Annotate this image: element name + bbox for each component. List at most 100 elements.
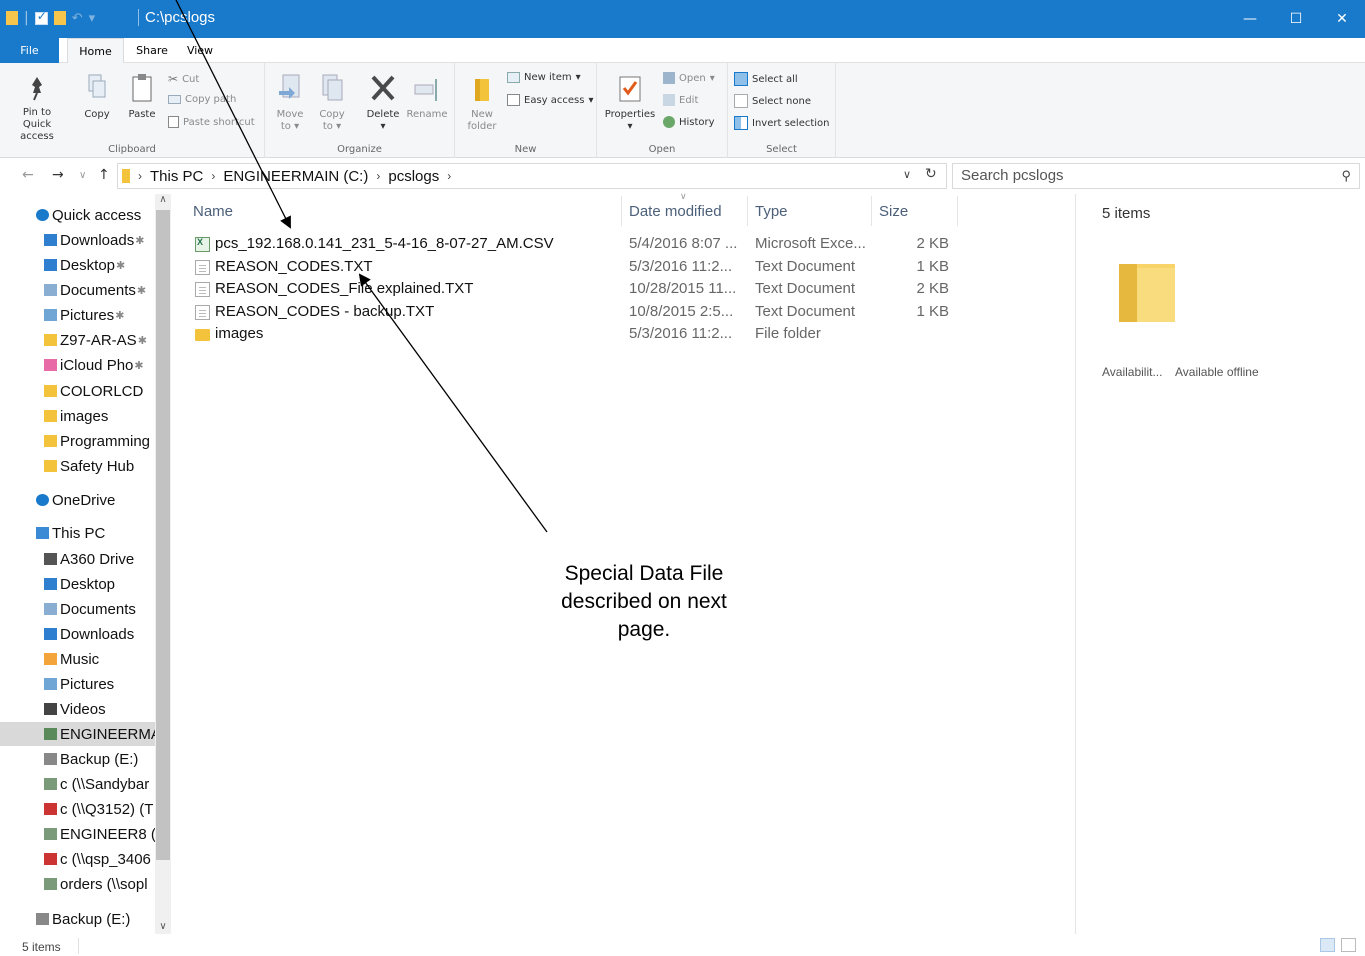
select-none-button[interactable]: Select none — [734, 94, 811, 108]
file-row[interactable]: REASON_CODES - backup.TXT 10/8/2015 2:5..… — [171, 301, 1075, 323]
copy-path-button[interactable]: Copy path — [168, 94, 236, 105]
select-all-button[interactable]: Select all — [734, 72, 798, 86]
star-icon — [36, 209, 49, 221]
nav-item[interactable]: Downloads ✱ — [0, 228, 155, 252]
breadcrumb-engineermain[interactable]: ENGINEERMAIN (C:) — [223, 168, 368, 185]
column-header-size[interactable]: Size — [879, 203, 908, 220]
pin-to-quick-access-button[interactable]: Pin to Quick access — [8, 73, 66, 143]
nav-item[interactable]: ENGINEER8 (\ — [0, 822, 155, 846]
scroll-down-icon[interactable]: ∨ — [155, 921, 171, 932]
scroll-up-icon[interactable]: ∧ — [155, 194, 171, 205]
delete-button[interactable]: Delete ▾ — [365, 73, 401, 133]
nav-item[interactable]: A360 Drive — [0, 547, 155, 571]
nav-item[interactable]: c (\\Sandybar — [0, 772, 155, 796]
column-header-date[interactable]: Date modified — [629, 203, 722, 220]
file-row[interactable]: images 5/3/2016 11:2... File folder — [171, 323, 1075, 345]
nav-item[interactable]: Backup (E:) — [0, 907, 155, 931]
new-folder-quick-icon[interactable] — [53, 11, 66, 25]
breadcrumb-pcslogs[interactable]: pcslogs — [388, 168, 439, 185]
undo-icon[interactable]: ↶ — [72, 11, 83, 26]
new-folder-button[interactable]: New folder — [463, 73, 501, 133]
nav-item[interactable]: Pictures — [0, 672, 155, 696]
nav-item[interactable]: ENGINEERMA — [0, 722, 155, 746]
file-date: 10/28/2015 11... — [629, 280, 737, 297]
nav-item[interactable]: Videos — [0, 697, 155, 721]
customize-toolbar-icon[interactable]: ▾ — [89, 11, 96, 26]
copy-button[interactable]: Copy — [82, 73, 112, 121]
paste-button[interactable]: Paste — [126, 73, 158, 121]
details-view-icon[interactable] — [1320, 938, 1335, 952]
easy-access-button[interactable]: Easy access ▾ — [507, 94, 593, 106]
nav-item[interactable]: Music — [0, 647, 155, 671]
refresh-icon[interactable]: ↻ — [925, 166, 937, 182]
address-dropdown-icon[interactable]: ∨ — [903, 168, 911, 181]
edit-button[interactable]: Edit — [663, 94, 698, 106]
breadcrumb-separator-icon[interactable]: › — [138, 169, 142, 183]
new-item-button[interactable]: New item ▾ — [507, 72, 581, 83]
recent-locations-button[interactable]: ∨ — [79, 170, 86, 181]
breadcrumb-separator-icon[interactable]: › — [447, 169, 451, 183]
large-icons-view-icon[interactable] — [1341, 938, 1356, 952]
breadcrumb-separator-icon[interactable]: › — [376, 169, 380, 183]
column-header-name[interactable]: Name — [193, 203, 233, 220]
properties-quick-icon[interactable] — [34, 9, 48, 25]
tab-home[interactable]: Home — [67, 38, 124, 64]
move-to-button[interactable]: Move to ▾ — [273, 73, 307, 133]
nav-item[interactable]: Downloads — [0, 622, 155, 646]
rename-button[interactable]: Rename — [405, 73, 449, 121]
maximize-button[interactable]: ☐ — [1273, 0, 1319, 38]
file-row[interactable]: REASON_CODES_File explained.TXT 10/28/201… — [171, 278, 1075, 300]
nav-item[interactable]: Z97-AR-AS ✱ — [0, 328, 155, 352]
nav-item[interactable]: Desktop — [0, 572, 155, 596]
nav-item[interactable]: images — [0, 404, 155, 428]
history-button[interactable]: History — [663, 116, 715, 128]
navigation-scrollbar[interactable]: ∧ ∨ — [155, 194, 171, 934]
cut-button[interactable]: ✂ Cut — [168, 72, 199, 86]
edit-label: Edit — [679, 94, 699, 106]
nav-item[interactable]: Desktop ✱ — [0, 253, 155, 277]
address-bar[interactable]: › This PC › ENGINEERMAIN (C:) › pcslogs … — [117, 163, 947, 189]
file-name: pcs_192.168.0.141_231_5-4-16_8-07-27_AM.… — [215, 235, 554, 252]
nav-item[interactable]: Pictures ✱ — [0, 303, 155, 327]
properties-button[interactable]: Properties ▾ — [603, 73, 657, 133]
close-button[interactable]: ✕ — [1319, 0, 1365, 38]
rename-icon — [414, 79, 437, 101]
desktop-icon — [44, 578, 57, 590]
nav-item[interactable]: iCloud Pho ✱ — [0, 353, 155, 377]
nav-item[interactable]: OneDrive — [0, 488, 155, 512]
copy-to-button[interactable]: Copy to ▾ — [315, 73, 349, 133]
nav-item[interactable]: This PC — [0, 521, 155, 545]
tab-view[interactable]: View — [178, 38, 222, 63]
up-button[interactable]: ↑ — [98, 167, 110, 183]
file-row[interactable]: pcs_192.168.0.141_231_5-4-16_8-07-27_AM.… — [171, 233, 1075, 255]
breadcrumb-this-pc[interactable]: This PC — [150, 168, 203, 185]
tab-share[interactable]: Share — [130, 38, 174, 63]
nav-item-label: Z97-AR-AS — [60, 331, 137, 349]
forward-button[interactable]: → — [52, 167, 64, 183]
breadcrumb-separator-icon[interactable]: › — [211, 169, 215, 183]
file-row[interactable]: REASON_CODES.TXT 5/3/2016 11:2... Text Doc… — [171, 256, 1075, 278]
search-input[interactable]: Search pcslogs ⚲ — [952, 163, 1360, 189]
nav-item[interactable]: Quick access — [0, 203, 155, 227]
scrollbar-thumb[interactable] — [156, 210, 170, 860]
invert-selection-button[interactable]: Invert selection — [734, 116, 830, 130]
availability-label: Availabilit... — [1102, 365, 1163, 379]
search-icon[interactable]: ⚲ — [1341, 168, 1351, 184]
nav-item[interactable]: c (\\qsp_3406 — [0, 847, 155, 871]
item-count: 5 items — [1102, 205, 1151, 222]
nav-item[interactable]: Documents — [0, 597, 155, 621]
minimize-button[interactable]: — — [1227, 0, 1273, 38]
paste-shortcut-button[interactable]: Paste shortcut — [168, 116, 255, 128]
nav-item[interactable]: Safety Hub — [0, 454, 155, 478]
nav-item[interactable]: c (\\Q3152) (T — [0, 797, 155, 821]
nav-item[interactable]: COLORLCD — [0, 379, 155, 403]
tab-file[interactable]: File — [0, 38, 59, 63]
column-header-type[interactable]: Type — [755, 203, 788, 220]
back-button[interactable]: ← — [22, 167, 34, 183]
nav-item-label: Backup (E:) — [60, 750, 139, 768]
nav-item[interactable]: Programming — [0, 429, 155, 453]
nav-item[interactable]: Documents ✱ — [0, 278, 155, 302]
nav-item[interactable]: Backup (E:) — [0, 747, 155, 771]
nav-item[interactable]: orders (\\sopl — [0, 872, 155, 896]
open-button[interactable]: Open ▾ — [663, 72, 715, 84]
